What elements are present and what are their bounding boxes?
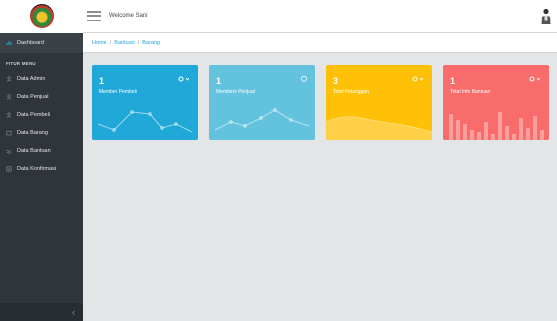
dashboard-icon [6, 41, 12, 45]
stat-card-total-pelanggan: 3 Total Pelanggan [326, 65, 432, 140]
user-icon [6, 94, 12, 100]
stat-label: Total Info Bantuan [450, 89, 491, 95]
sidebar-item-label: Data Barang [17, 130, 48, 136]
menu-toggle-line [87, 15, 101, 17]
chevron-left-icon[interactable]: ‹ [72, 307, 75, 317]
sidebar-item-label: Data Bantuan [17, 148, 51, 154]
stat-count: 1 [99, 76, 105, 86]
settings-dropdown-icon[interactable] [412, 76, 424, 82]
location-pin-icon[interactable] [295, 76, 307, 82]
sidebar-item-data-bantuan[interactable]: Data Bantuan [0, 142, 83, 160]
breadcrumb-item-home[interactable]: Home [92, 40, 107, 46]
sidebar-item-data-admin[interactable]: Data Admin [0, 70, 83, 88]
user-icon [6, 112, 12, 118]
box-icon [6, 130, 12, 136]
breadcrumb: Home / Bantuan / Barang [83, 33, 557, 53]
sidebar-item-data-konfirmasi[interactable]: Data Konfirmasi [0, 160, 83, 178]
top-header: Welcome Sani [0, 0, 557, 33]
welcome-text: Welcome Sani [109, 13, 148, 19]
sidebar-item-dashboard[interactable]: Dashboard [0, 33, 83, 53]
sidebar-item-label: Dashboard [17, 40, 44, 46]
sidebar: Dashboard FITUR MENU Data Admin Data Pen… [0, 33, 83, 321]
stat-count: 1 [216, 76, 222, 86]
menu-toggle-line [87, 11, 101, 13]
sidebar-item-label: Data Admin [17, 76, 46, 82]
settings-dropdown-icon[interactable] [178, 76, 190, 82]
sidebar-item-data-penjual[interactable]: Data Penjual [0, 88, 83, 106]
sparkline-area-chart [326, 116, 432, 140]
stat-card-member-pembeli: 1 Member Pembeli [92, 65, 198, 140]
sidebar-item-data-pembeli[interactable]: Data Pembeli [0, 106, 83, 124]
sparkline-bar-chart [449, 112, 544, 140]
stat-label: Members Penjual [216, 89, 255, 95]
user-avatar-icon[interactable] [541, 8, 551, 25]
stat-count: 3 [333, 76, 339, 86]
brand-logo-area[interactable] [0, 0, 83, 33]
sidebar-item-label: Data Pembeli [17, 112, 51, 118]
sparkline-line-chart [97, 110, 193, 133]
menu-toggle-line [87, 19, 101, 21]
user-icon [6, 76, 12, 82]
brand-logo [29, 4, 54, 28]
breadcrumb-item-barang[interactable]: Barang [142, 40, 160, 46]
stat-label: Member Pembeli [99, 89, 137, 95]
stat-count: 1 [450, 76, 456, 86]
stat-card-total-info-bantuan: 1 Total Info Bantuan [443, 65, 549, 140]
stat-label: Total Pelanggan [333, 89, 369, 95]
sparkline-line-chart [214, 108, 310, 131]
breadcrumb-separator: / [109, 39, 112, 46]
breadcrumb-separator: / [137, 39, 140, 46]
help-icon [6, 149, 12, 154]
breadcrumb-item-bantuan[interactable]: Bantuan [114, 40, 135, 46]
settings-dropdown-icon[interactable] [529, 76, 541, 82]
menu-toggle-icon[interactable] [87, 9, 101, 23]
sidebar-section-title: FITUR MENU [6, 61, 36, 66]
sidebar-item-label: Data Penjual [17, 94, 49, 100]
sidebar-item-data-barang[interactable]: Data Barang [0, 124, 83, 142]
sidebar-minimizer[interactable]: ‹ [0, 303, 83, 321]
sidebar-item-label: Data Konfirmasi [17, 166, 57, 172]
check-icon [6, 166, 12, 172]
stat-card-members-penjual: 1 Members Penjual [209, 65, 315, 140]
